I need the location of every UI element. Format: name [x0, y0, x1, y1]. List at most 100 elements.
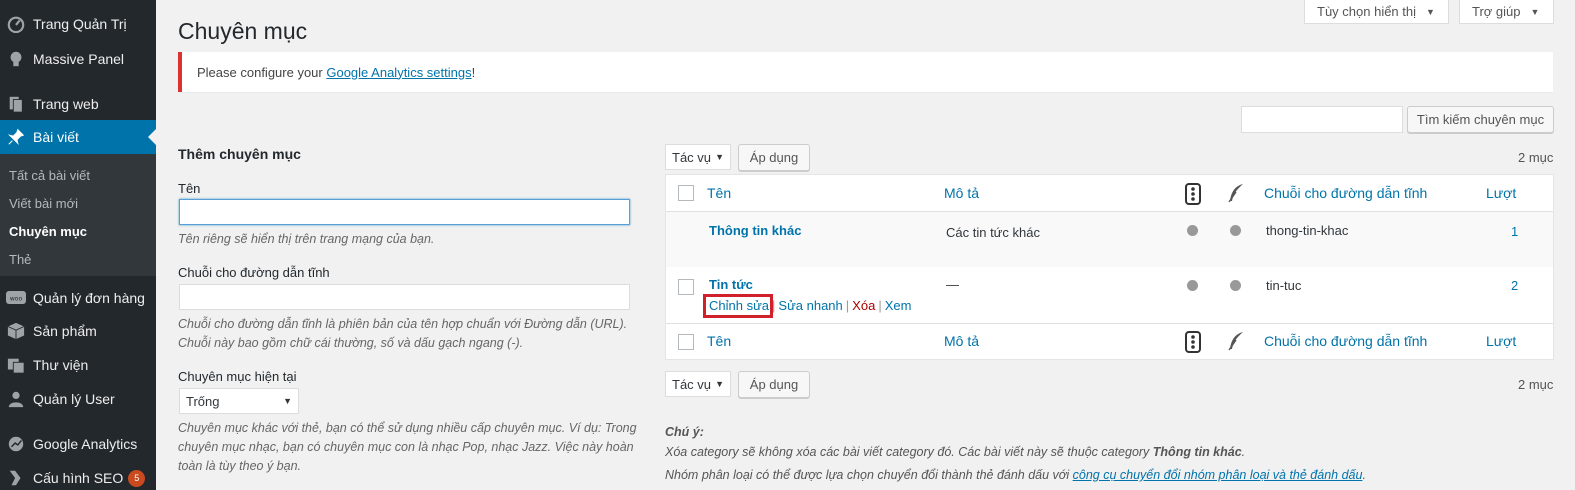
- column-count[interactable]: Lượt: [1486, 185, 1516, 201]
- update-count-badge: 5: [128, 469, 146, 487]
- menu-label: Google Analytics: [33, 436, 138, 452]
- category-slug-input[interactable]: [179, 284, 630, 310]
- menu-dashboard[interactable]: Trang Quản Trị: [0, 7, 156, 41]
- name-label: Tên: [178, 181, 201, 196]
- menu-products[interactable]: Sản phẩm: [0, 314, 156, 348]
- note-line-2-text: Nhóm phân loại có thể được lựa chọn chuy…: [665, 468, 1073, 482]
- submenu-new-post[interactable]: Viết bài mới: [9, 196, 78, 211]
- notice-prefix: Please configure your: [197, 64, 327, 80]
- edit-link-highlight: [703, 294, 773, 318]
- pin-icon: [6, 127, 26, 147]
- media-icon: [6, 355, 26, 375]
- screen-options-label: Tùy chọn hiển thị: [1317, 4, 1417, 19]
- column-slug[interactable]: Chuỗi cho đường dẫn tĩnh: [1264, 333, 1427, 349]
- analytics-settings-link[interactable]: Google Analytics settings: [326, 65, 471, 80]
- feather-icon: [1227, 183, 1245, 206]
- view-link[interactable]: Xem: [885, 298, 912, 313]
- column-name[interactable]: Tên: [707, 185, 731, 201]
- search-categories-button[interactable]: Tìm kiếm chuyên mục: [1407, 106, 1554, 133]
- column-count[interactable]: Lượt: [1486, 333, 1516, 349]
- pages-icon: [6, 94, 26, 114]
- menu-label: Cấu hình SEO: [33, 470, 124, 486]
- column-slug[interactable]: Chuỗi cho đường dẫn tĩnh: [1264, 185, 1427, 201]
- feather-icon: [1227, 331, 1245, 354]
- menu-seo[interactable]: Cấu hình SEO 5: [0, 461, 156, 490]
- menu-label: Quản lý User: [33, 391, 115, 407]
- menu-label: Massive Panel: [33, 51, 125, 67]
- status-dot: [1187, 280, 1198, 291]
- page-title: Chuyên mục: [178, 18, 308, 44]
- status-dot: [1230, 225, 1241, 236]
- submenu-categories[interactable]: Chuyên mục: [9, 224, 87, 239]
- quick-edit-link[interactable]: Sửa nhanh: [778, 298, 842, 313]
- menu-posts[interactable]: Bài viết: [0, 120, 156, 154]
- menu-label: Bài viết: [33, 129, 79, 145]
- category-slug: thong-tin-khac: [1266, 223, 1349, 238]
- separator: |: [878, 298, 882, 313]
- column-description[interactable]: Mô tả: [944, 185, 979, 201]
- apply-button-bottom[interactable]: Áp dụng: [738, 371, 810, 398]
- category-description: Các tin tức khác: [946, 225, 1040, 240]
- select-all-checkbox-footer[interactable]: [678, 334, 694, 350]
- bulk-action-select-top[interactable]: Tác vụ ▼: [665, 144, 731, 170]
- category-search-input[interactable]: [1241, 106, 1403, 133]
- category-name-input[interactable]: [179, 199, 630, 225]
- box-icon: [6, 321, 26, 341]
- seo-icon: [6, 468, 26, 488]
- posts-submenu: Tất cả bài viết Viết bài mới Chuyên mục …: [0, 154, 156, 276]
- note-line-1-text: Xóa category sẽ không xóa các bài viết c…: [665, 445, 1153, 459]
- admin-sidebar: Trang Quản Trị Massive Panel Trang web B…: [0, 0, 156, 490]
- dashboard-icon: [6, 14, 26, 34]
- column-name[interactable]: Tên: [707, 333, 731, 349]
- categories-table: Tên Mô tả Chuỗi cho đường dẫn tĩnh Lượt …: [665, 174, 1554, 360]
- note-line-1: Xóa category sẽ không xóa các bài viết c…: [665, 445, 1245, 459]
- slug-help: Chuỗi cho đường dẫn tĩnh là phiên bản củ…: [178, 317, 628, 350]
- parent-category-select[interactable]: Trống ▼: [179, 388, 299, 414]
- menu-media[interactable]: Thư viện: [0, 348, 156, 382]
- converter-link[interactable]: công cụ chuyển đổi nhóm phân loại và thẻ…: [1073, 468, 1363, 482]
- status-dot: [1187, 225, 1198, 236]
- apply-button-top[interactable]: Áp dụng: [738, 144, 810, 171]
- table-header-row: Tên Mô tả Chuỗi cho đường dẫn tĩnh Lượt: [666, 175, 1553, 212]
- menu-label: Thư viện: [33, 357, 89, 373]
- error-notice: Please configure your Google Analytics s…: [178, 52, 1553, 92]
- category-description: —: [946, 277, 959, 292]
- submenu-all-posts[interactable]: Tất cả bài viết: [9, 168, 90, 183]
- table-footer-row: Tên Mô tả Chuỗi cho đường dẫn tĩnh Lượt: [666, 324, 1553, 360]
- bulk-action-select-bottom[interactable]: Tác vụ ▼: [665, 371, 731, 397]
- table-row: Thông tin khác Các tin tức khác thong-ti…: [666, 212, 1553, 267]
- category-name-link[interactable]: Tin tức: [709, 277, 753, 292]
- post-count-link[interactable]: 2: [1511, 278, 1518, 293]
- menu-pages[interactable]: Trang web: [0, 87, 156, 121]
- post-count-link[interactable]: 1: [1511, 224, 1518, 239]
- caret-down-icon: ▼: [715, 379, 724, 389]
- comments-column-icon: [1185, 183, 1201, 208]
- items-count-bottom: 2 mục: [1518, 377, 1554, 392]
- menu-users[interactable]: Quản lý User: [0, 382, 156, 416]
- note-line-2-end: .: [1362, 468, 1366, 482]
- caret-down-icon: ▼: [715, 152, 724, 162]
- help-button[interactable]: Trợ giúp ▼: [1459, 0, 1554, 24]
- table-row: Tin tức — tin-tuc 2 Chỉnh sửa | Sửa nhanh |…: [666, 267, 1553, 324]
- select-all-checkbox[interactable]: [678, 185, 694, 201]
- category-name-link[interactable]: Thông tin khác: [709, 223, 801, 238]
- submenu-tags[interactable]: Thẻ: [9, 252, 31, 267]
- parent-label: Chuyên mục hiện tại: [178, 369, 297, 384]
- parent-help: Chuyên mục khác với thẻ, bạn có thể sử d…: [178, 421, 637, 473]
- items-count-top: 2 mục: [1518, 150, 1554, 165]
- delete-link[interactable]: Xóa: [852, 298, 875, 313]
- menu-label: Sản phẩm: [33, 323, 97, 339]
- separator: |: [845, 298, 850, 313]
- menu-orders[interactable]: woo Quản lý đơn hàng: [0, 281, 156, 315]
- row-checkbox[interactable]: [678, 279, 694, 295]
- column-description[interactable]: Mô tả: [944, 333, 979, 349]
- caret-down-icon: ▼: [283, 396, 292, 406]
- caret-down-icon: ▼: [1426, 6, 1435, 17]
- caret-down-icon: ▼: [1530, 6, 1540, 17]
- screen-options-button[interactable]: Tùy chọn hiển thị ▼: [1304, 0, 1449, 24]
- notice-suffix: !: [471, 64, 476, 80]
- menu-label: Quản lý đơn hàng: [33, 290, 145, 306]
- menu-massive-panel[interactable]: Massive Panel: [0, 42, 156, 76]
- analytics-icon: [6, 434, 26, 454]
- menu-google-analytics[interactable]: Google Analytics: [0, 427, 156, 461]
